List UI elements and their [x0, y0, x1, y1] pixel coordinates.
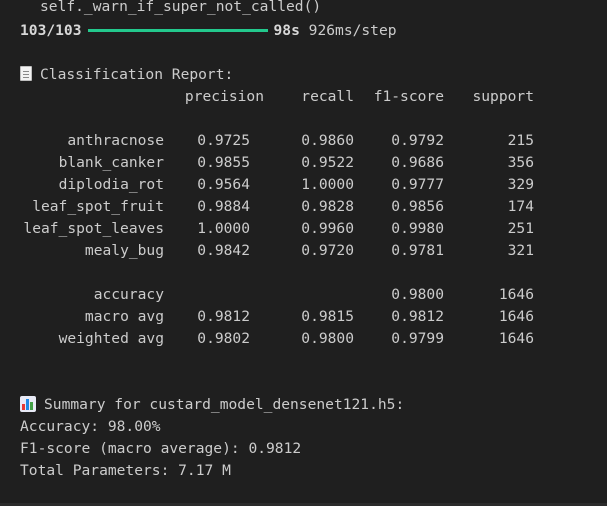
- cell-label: leaf_spot_fruit: [32, 198, 164, 215]
- cell-recall: 1.0000: [301, 176, 354, 193]
- header-f1-score: f1-score: [373, 88, 444, 105]
- cell-precision: 0.9842: [197, 242, 250, 259]
- cell-support: 215: [507, 132, 534, 149]
- cell-label: accuracy: [93, 286, 164, 303]
- header-support: support: [472, 88, 534, 105]
- summary-params: Total Parameters: 7.17 M: [20, 462, 231, 479]
- summary-accuracy: Accuracy: 98.00%: [20, 418, 161, 435]
- cell-f1: 0.9812: [391, 308, 444, 325]
- cell-support: 251: [507, 220, 534, 237]
- progress-bar: [87, 28, 268, 32]
- report-title-line: Classification Report:: [20, 64, 233, 86]
- cell-f1: 0.9777: [391, 176, 444, 193]
- cell-recall: 0.9815: [301, 308, 354, 325]
- cell-label: mealy_bug: [84, 242, 164, 259]
- cell-precision: 0.9802: [197, 330, 250, 347]
- document-icon: [20, 66, 32, 81]
- cell-f1: 0.9800: [391, 286, 444, 303]
- progress-step: 103/103: [20, 22, 82, 39]
- cell-label: anthracnose: [67, 132, 164, 149]
- cell-support: 329: [507, 176, 534, 193]
- progress-bar-fill: [87, 28, 268, 32]
- cell-recall: 0.9800: [301, 330, 354, 347]
- cell-f1: 0.9792: [391, 132, 444, 149]
- cell-support: 321: [507, 242, 534, 259]
- cell-precision: 0.9564: [197, 176, 250, 193]
- cell-label: diplodia_rot: [58, 176, 164, 193]
- cell-precision: 0.9855: [197, 154, 250, 171]
- cell-f1: 0.9686: [391, 154, 444, 171]
- cell-recall: 0.9860: [301, 132, 354, 149]
- header-recall: recall: [301, 88, 354, 105]
- cell-recall: 0.9828: [301, 198, 354, 215]
- cell-label: weighted avg: [58, 330, 164, 347]
- cell-recall: 0.9720: [301, 242, 354, 259]
- cell-precision: [166, 284, 250, 306]
- summary-title: Summary for custard_model_densenet121.h5…: [44, 396, 405, 413]
- bar-chart-icon: [20, 396, 36, 412]
- cell-label: macro avg: [84, 308, 164, 325]
- report-title: Classification Report:: [40, 66, 234, 83]
- summary-title-line: Summary for custard_model_densenet121.h5…: [20, 394, 404, 416]
- cell-support: 1646: [498, 330, 534, 347]
- cell-precision: 0.9812: [197, 308, 250, 325]
- summary-f1: F1-score (macro average): 0.9812: [20, 440, 302, 457]
- progress-line: 103/103 98s 926ms/step: [20, 20, 397, 42]
- cell-precision: 0.9725: [197, 132, 250, 149]
- cell-recall: 0.9960: [301, 220, 354, 237]
- cell-label: leaf_spot_leaves: [23, 220, 164, 237]
- warning-call-line: self._warn_if_super_not_called(): [40, 0, 322, 15]
- cell-label: blank_canker: [58, 154, 164, 171]
- cell-support: 1646: [498, 308, 534, 325]
- cell-support: 1646: [498, 286, 534, 303]
- cell-f1: 0.9799: [391, 330, 444, 347]
- cell-recall: [266, 284, 354, 306]
- cell-f1: 0.9856: [391, 198, 444, 215]
- cell-support: 356: [507, 154, 534, 171]
- progress-time: 98s: [273, 22, 300, 39]
- cell-f1: 0.9980: [391, 220, 444, 237]
- header-precision: precision: [184, 88, 264, 105]
- progress-per-step: 926ms/step: [308, 22, 397, 39]
- cell-support: 174: [507, 198, 534, 215]
- cell-recall: 0.9522: [301, 154, 354, 171]
- cell-precision: 0.9884: [197, 198, 250, 215]
- cell-f1: 0.9781: [391, 242, 444, 259]
- cell-precision: 1.0000: [197, 220, 250, 237]
